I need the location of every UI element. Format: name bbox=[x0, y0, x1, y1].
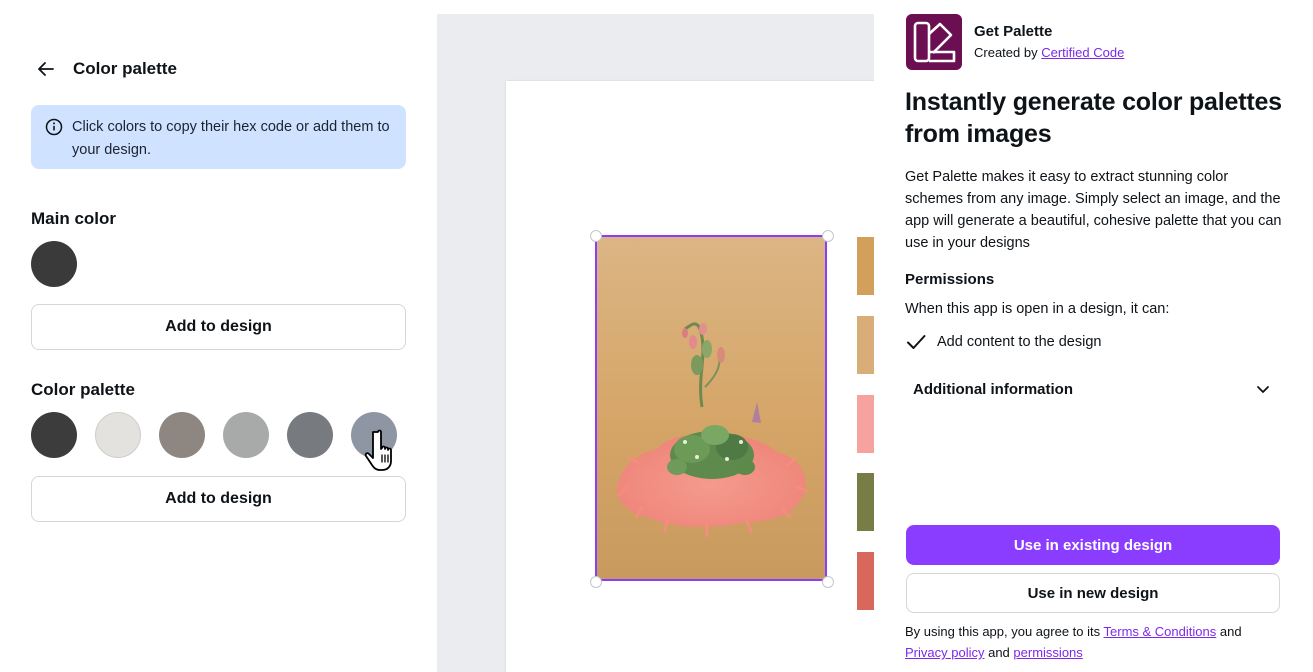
resize-handle-bottom-left[interactable] bbox=[590, 576, 602, 588]
palette-square-3[interactable] bbox=[857, 395, 874, 453]
info-banner: Click colors to copy their hex code or a… bbox=[31, 105, 406, 169]
permission-item: Add content to the design bbox=[905, 331, 1101, 353]
main-color-label: Main color bbox=[31, 209, 117, 228]
creator-link[interactable]: Certified Code bbox=[1041, 45, 1124, 60]
main-color-swatch[interactable] bbox=[31, 241, 77, 287]
terms-link[interactable]: Terms & Conditions bbox=[1104, 624, 1217, 639]
use-in-existing-design-button[interactable]: Use in existing design bbox=[906, 525, 1280, 565]
app-creator: Created by Certified Code bbox=[974, 45, 1124, 60]
palette-swatch-6[interactable] bbox=[351, 412, 397, 458]
chevron-down-icon bbox=[1257, 386, 1269, 393]
palette-swatch-5[interactable] bbox=[287, 412, 333, 458]
back-button[interactable] bbox=[29, 52, 63, 86]
terms-and: and bbox=[1219, 624, 1242, 639]
add-palette-button[interactable]: Add to design bbox=[31, 476, 406, 522]
add-main-color-button[interactable]: Add to design bbox=[31, 304, 406, 350]
permissions-intro: When this app is open in a design, it ca… bbox=[905, 301, 1170, 317]
created-by-text: Created by bbox=[974, 45, 1038, 60]
panel-title: Color palette bbox=[73, 59, 177, 78]
info-icon bbox=[45, 118, 63, 136]
checkmark-icon bbox=[907, 335, 926, 349]
permission-text: Add content to the design bbox=[937, 334, 1102, 350]
get-palette-logo bbox=[906, 14, 962, 70]
app-headline: Instantly generate color palettes from i… bbox=[905, 88, 1282, 148]
terms-and-2: and bbox=[988, 645, 1010, 660]
terms-prefix: By using this app, you agree to its bbox=[905, 624, 1101, 639]
color-palette-panel: Color palette Click colors to copy their… bbox=[0, 0, 437, 672]
permissions-title: Permissions bbox=[905, 271, 995, 288]
palette-square-4[interactable] bbox=[857, 473, 874, 531]
palette-square-1[interactable] bbox=[857, 237, 874, 295]
terms-notice: By using this app, you agree to its Term… bbox=[905, 621, 1285, 663]
palette-swatch-4[interactable] bbox=[223, 412, 269, 458]
arrow-left-icon bbox=[38, 62, 54, 76]
panel-header: Color palette bbox=[31, 52, 177, 86]
privacy-link[interactable]: Privacy policy bbox=[905, 645, 984, 660]
palette-square-5[interactable] bbox=[857, 552, 874, 610]
color-palette-label: Color palette bbox=[31, 380, 135, 399]
app-description: Get Palette makes it easy to extract stu… bbox=[905, 169, 1282, 251]
resize-handle-top-left[interactable] bbox=[590, 230, 602, 242]
palette-swatch-1[interactable] bbox=[31, 412, 77, 458]
palette-swatch-2[interactable] bbox=[95, 412, 141, 458]
app-name: Get Palette bbox=[974, 23, 1053, 40]
resize-handle-bottom-right[interactable] bbox=[822, 576, 834, 588]
use-in-new-design-button[interactable]: Use in new design bbox=[906, 573, 1280, 613]
resize-handle-top-right[interactable] bbox=[822, 230, 834, 242]
additional-info-label: Additional information bbox=[913, 380, 1073, 398]
palette-logo-icon bbox=[913, 21, 956, 63]
info-text: Click colors to copy their hex code or a… bbox=[72, 119, 390, 158]
permissions-link[interactable]: permissions bbox=[1013, 645, 1082, 660]
design-canvas[interactable] bbox=[437, 14, 874, 672]
app-details-panel: Get Palette Created by Certified Code In… bbox=[874, 0, 1313, 672]
palette-square-2[interactable] bbox=[857, 316, 874, 374]
plant-photo bbox=[616, 322, 809, 537]
selected-image[interactable] bbox=[595, 235, 827, 581]
additional-info-toggle[interactable]: Additional information bbox=[905, 372, 1279, 406]
design-page[interactable] bbox=[506, 81, 874, 672]
palette-swatch-3[interactable] bbox=[159, 412, 205, 458]
